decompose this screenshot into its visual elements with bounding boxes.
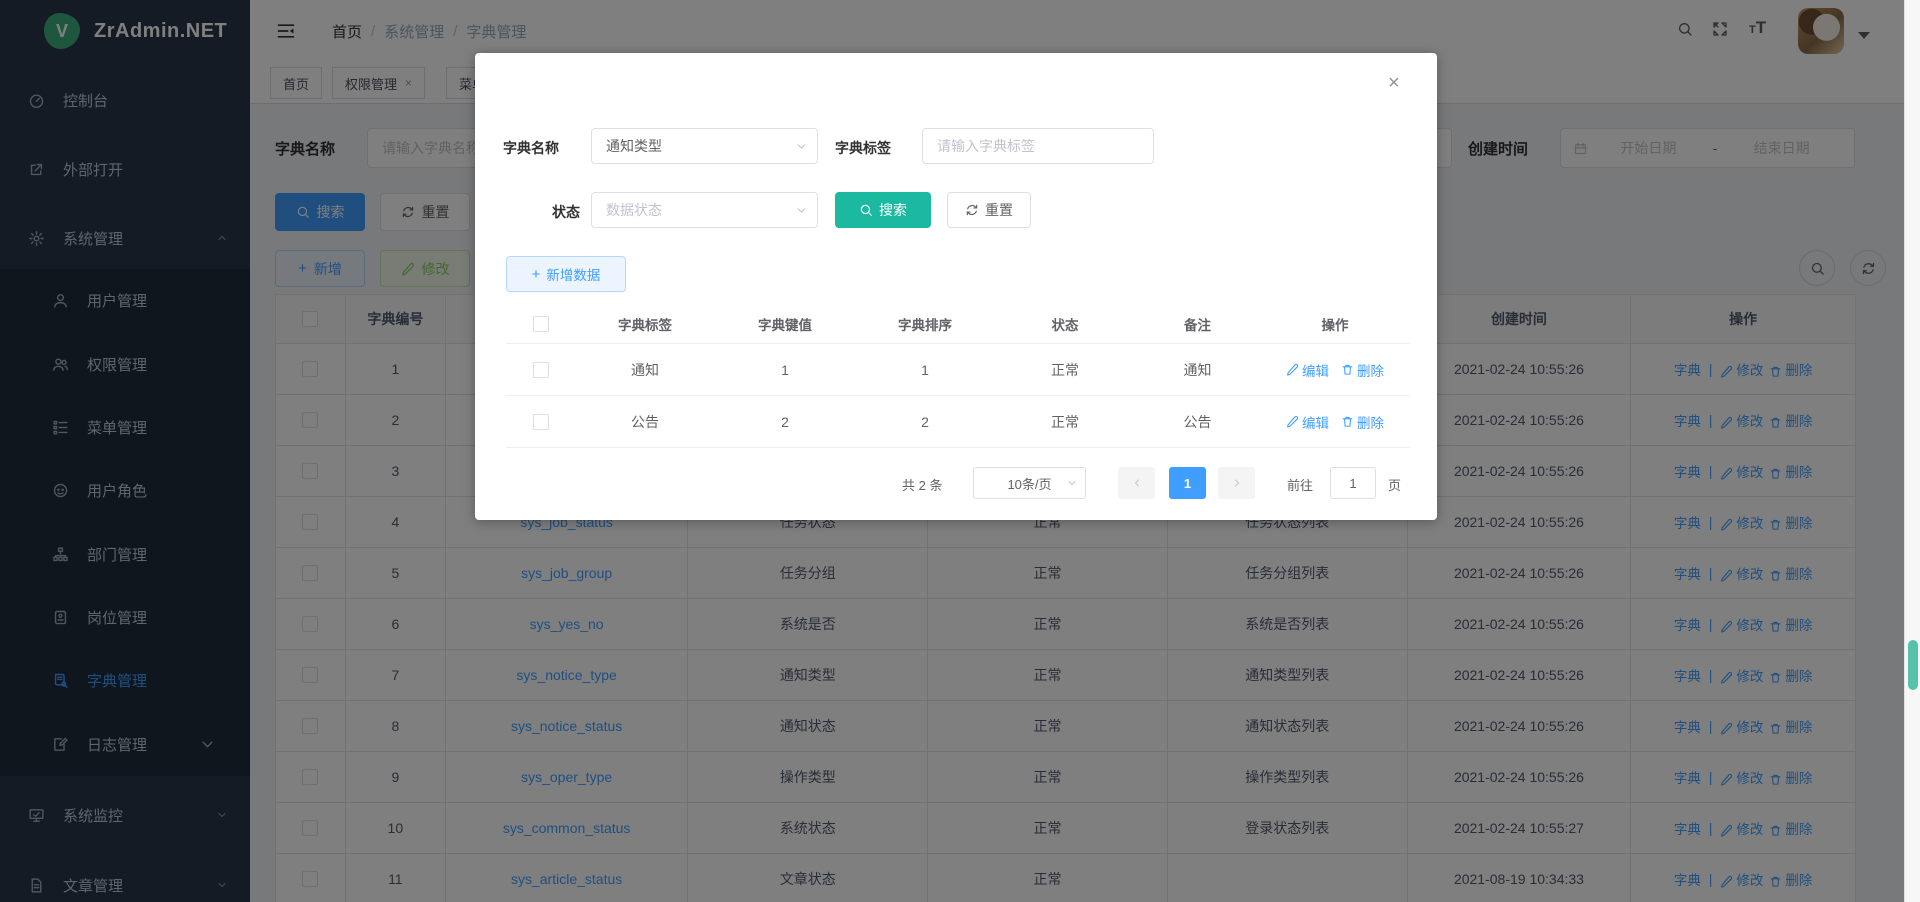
page-scrollbar[interactable]	[1904, 0, 1920, 902]
plus-icon: +	[532, 266, 541, 283]
scrollbar-thumb[interactable]	[1908, 640, 1918, 690]
cell-status: 正常	[995, 360, 1135, 380]
chevron-down-icon	[795, 140, 808, 153]
current-page-button[interactable]: 1	[1169, 467, 1206, 499]
goto-page-input-wrap	[1330, 467, 1376, 499]
modal-status-select[interactable]: 数据状态	[591, 192, 818, 228]
prev-page-button[interactable]	[1118, 467, 1155, 499]
row-edit-link[interactable]: 编辑	[1286, 360, 1329, 380]
cell-dict-value: 2	[715, 414, 855, 430]
page-unit-label: 页	[1388, 475, 1401, 494]
goto-page-input[interactable]	[1331, 468, 1375, 498]
modal-table-row: 公告 2 2 正常 公告 编辑 删除	[506, 396, 1410, 448]
modal-search-button[interactable]: 搜索	[835, 192, 931, 228]
cell-dict-sort: 1	[855, 362, 995, 378]
dict-data-modal: × 字典名称 通知类型 字典标签 状态 数据状态 搜索 重置 + 新增数据	[475, 53, 1437, 520]
row-delete-link[interactable]: 删除	[1341, 360, 1384, 380]
edit-pen-icon	[1286, 363, 1299, 376]
edit-pen-icon	[1286, 415, 1299, 428]
cell-remark: 公告	[1135, 412, 1260, 432]
row-delete-link[interactable]: 删除	[1341, 412, 1384, 432]
row-checkbox[interactable]	[533, 414, 549, 430]
modal-status-label: 状态	[552, 202, 580, 222]
cell-dict-value: 1	[715, 362, 855, 378]
modal-reset-label: 重置	[985, 200, 1013, 220]
select-all-checkbox[interactable]	[533, 316, 549, 332]
page-size-select[interactable]: 10条/页	[973, 467, 1086, 499]
col-dict-value: 字典键值	[715, 314, 855, 334]
trash-icon	[1341, 415, 1354, 428]
search-icon	[859, 203, 873, 217]
row-checkbox[interactable]	[533, 362, 549, 378]
col-dict-label: 字典标签	[575, 314, 715, 334]
modal-table-row: 通知 1 1 正常 通知 编辑 删除	[506, 344, 1410, 396]
next-page-button[interactable]	[1218, 467, 1255, 499]
pagination-total: 共 2 条	[902, 475, 942, 494]
modal-dict-label-label: 字典标签	[835, 138, 891, 158]
chevron-right-icon	[1231, 477, 1243, 489]
app-screen: V ZrAdmin.NET 控制台 外部打开 系统管理 用户管理 权限管理	[0, 0, 1920, 902]
chevron-left-icon	[1131, 477, 1143, 489]
goto-page-label: 前往	[1287, 475, 1313, 494]
modal-dict-name-select[interactable]: 通知类型	[591, 128, 818, 164]
col-remark: 备注	[1135, 314, 1260, 334]
refresh-icon	[965, 203, 979, 217]
modal-dict-name-label: 字典名称	[503, 138, 559, 158]
row-edit-link[interactable]: 编辑	[1286, 412, 1329, 432]
col-dict-sort: 字典排序	[855, 314, 995, 334]
status-placeholder: 数据状态	[606, 200, 662, 220]
cell-dict-sort: 2	[855, 414, 995, 430]
dict-data-table: 字典标签 字典键值 字典排序 状态 备注 操作 通知 1 1 正常 通知 编辑 …	[506, 304, 1410, 448]
trash-icon	[1341, 363, 1354, 376]
cell-status: 正常	[995, 412, 1135, 432]
chevron-down-icon	[1066, 477, 1078, 489]
selected-dict-name: 通知类型	[606, 136, 662, 156]
page-size-value: 10条/页	[1007, 474, 1051, 493]
modal-table-header-row: 字典标签 字典键值 字典排序 状态 备注 操作	[506, 304, 1410, 344]
modal-dict-label-input-wrap	[922, 128, 1154, 164]
modal-pagination: 共 2 条 10条/页 1 前往 页	[475, 465, 1437, 501]
modal-search-label: 搜索	[879, 200, 907, 220]
col-actions: 操作	[1260, 314, 1410, 334]
cell-dict-label: 通知	[575, 360, 715, 380]
modal-add-data-label: 新增数据	[546, 264, 600, 284]
modal-reset-button[interactable]: 重置	[947, 192, 1031, 228]
cell-remark: 通知	[1135, 360, 1260, 380]
cell-dict-label: 公告	[575, 412, 715, 432]
chevron-down-icon	[795, 204, 808, 217]
close-icon[interactable]: ×	[1388, 73, 1400, 93]
modal-add-data-button[interactable]: + 新增数据	[506, 256, 626, 292]
modal-dict-label-input[interactable]	[923, 129, 1153, 163]
col-status: 状态	[995, 314, 1135, 334]
